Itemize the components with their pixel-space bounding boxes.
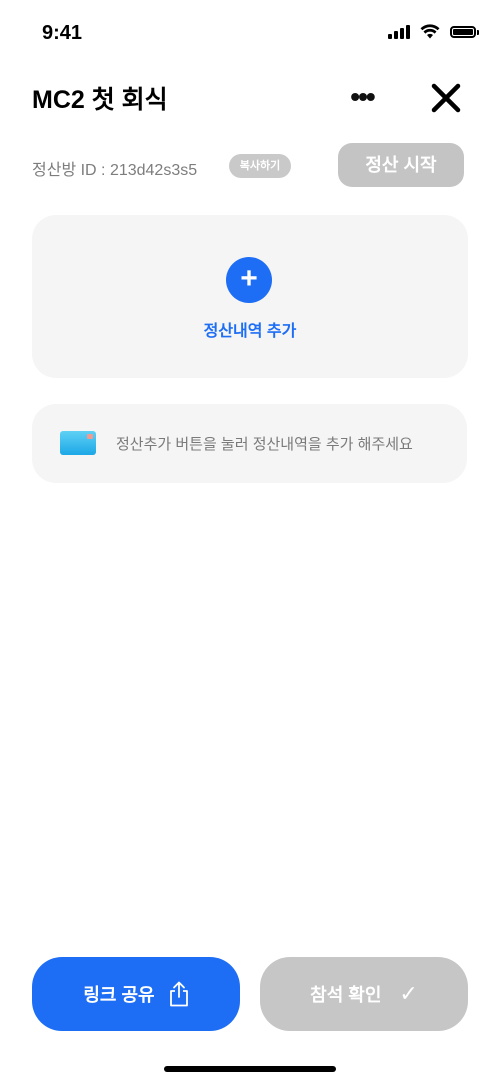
status-time: 9:41: [42, 22, 83, 44]
room-id-text: 정산방 ID : 213d42s3s5: [32, 162, 198, 179]
wifi-icon: [420, 24, 440, 39]
check-icon: ✓: [399, 981, 418, 1006]
status-bar: 9:41: [0, 0, 500, 60]
home-indicator: [164, 1066, 336, 1072]
copy-button[interactable]: 복사하기: [229, 154, 291, 178]
attendance-confirm-button[interactable]: 참석 확인 ✓: [260, 957, 468, 1031]
share-link-button[interactable]: 링크 공유: [32, 957, 240, 1031]
status-icons: [388, 24, 479, 39]
share-link-label: 링크 공유: [83, 985, 155, 1005]
hint-card: 정산추가 버튼을 눌러 정산내역을 추가 해주세요: [32, 404, 467, 483]
card-icon: [60, 431, 96, 455]
attendance-confirm-label: 참석 확인: [310, 985, 382, 1005]
add-settlement-card[interactable]: + 정산내역 추가: [32, 215, 468, 378]
page-title: MC2 첫 회식: [32, 86, 168, 114]
share-icon: [169, 981, 188, 1007]
plus-icon[interactable]: +: [226, 257, 272, 303]
more-icon[interactable]: •••: [346, 82, 378, 112]
start-settlement-button[interactable]: 정산 시작: [338, 143, 464, 187]
close-icon[interactable]: [428, 80, 464, 116]
app-screen: 9:41 MC2 첫 회식 ••• 정산방 ID : 213d42s3s5 복사…: [0, 0, 500, 1082]
signal-icon: [388, 24, 410, 39]
battery-icon: [450, 25, 479, 38]
add-settlement-label: 정산내역 추가: [203, 323, 297, 340]
hint-text: 정산추가 버튼을 눌러 정산내역을 추가 해주세요: [116, 436, 413, 453]
